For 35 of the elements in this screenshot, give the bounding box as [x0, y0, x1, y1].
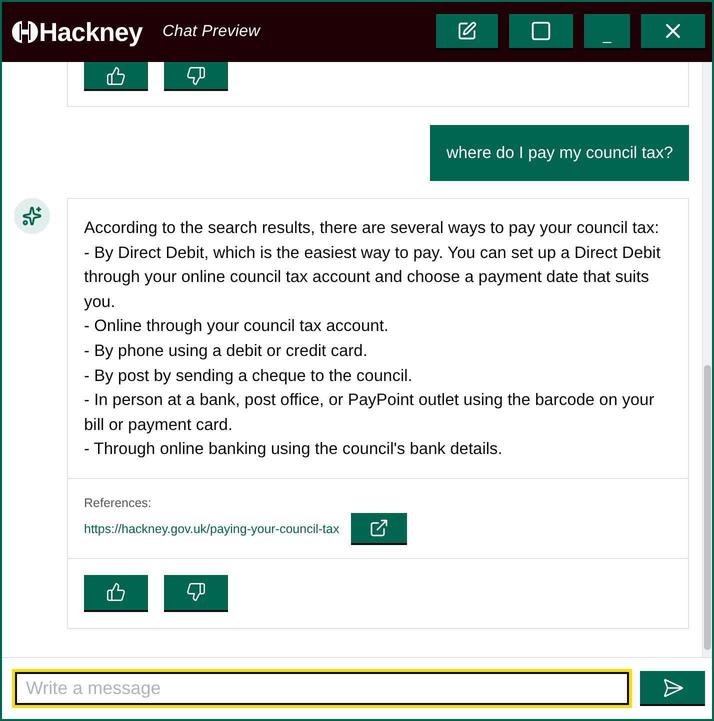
answer-text: - By Direct Debit, which is the easiest way to pay. You can set up a Direct Debit through your online council tax account and choose a payment date that suits you.	[84, 242, 662, 313]
answer-text: - Online through your council tax account.	[84, 316, 390, 338]
sparkle-avatar-icon	[14, 198, 50, 234]
minimize-button[interactable]: _	[584, 14, 630, 50]
answer-text: - Through online banking using the council's bank details.	[84, 439, 504, 460]
answer-text: - By phone using a debit or credit card.	[84, 340, 368, 362]
thumbs-up-icon	[106, 582, 126, 602]
open-link-button[interactable]	[351, 512, 408, 545]
reference-link[interactable]: https://hackney.gov.uk/paying-your-council-tax	[84, 522, 340, 536]
pencil-square-icon	[457, 21, 477, 41]
thumbs-down-button[interactable]	[164, 62, 228, 91]
user-message: where do I pay my council tax?	[430, 125, 689, 181]
thumbs-down-icon	[186, 582, 206, 602]
thumbs-up-button[interactable]	[84, 62, 148, 91]
thumbs-up-button[interactable]	[84, 574, 148, 612]
square-icon	[530, 20, 552, 42]
thumbs-down-icon	[186, 66, 206, 86]
thumbs-up-icon	[106, 66, 126, 86]
scrollbar-thumb[interactable]	[704, 365, 711, 650]
scrollbar-track[interactable]	[702, 62, 712, 657]
close-button[interactable]	[641, 14, 705, 50]
maximize-button[interactable]	[509, 14, 573, 50]
logo-text: Hackney	[39, 19, 142, 45]
message-input[interactable]: Write a message	[12, 669, 632, 708]
send-button[interactable]	[640, 671, 705, 706]
references-label: References:	[84, 494, 152, 511]
edit-button[interactable]	[436, 14, 498, 50]
thumbs-down-button[interactable]	[164, 574, 228, 612]
answer-text: According to the search results, there are several ways to pay your council tax:	[84, 218, 660, 239]
answer-text: - In person at a bank, post office, or PayPoint outlet using the barcode on your bill or payment card.	[84, 390, 656, 436]
send-icon	[662, 676, 684, 698]
external-link-icon	[369, 518, 390, 538]
window-title: Chat Preview	[162, 23, 260, 41]
answer-text: - By post by sending a cheque to the council.	[84, 366, 414, 387]
h-mark-icon	[12, 21, 38, 43]
